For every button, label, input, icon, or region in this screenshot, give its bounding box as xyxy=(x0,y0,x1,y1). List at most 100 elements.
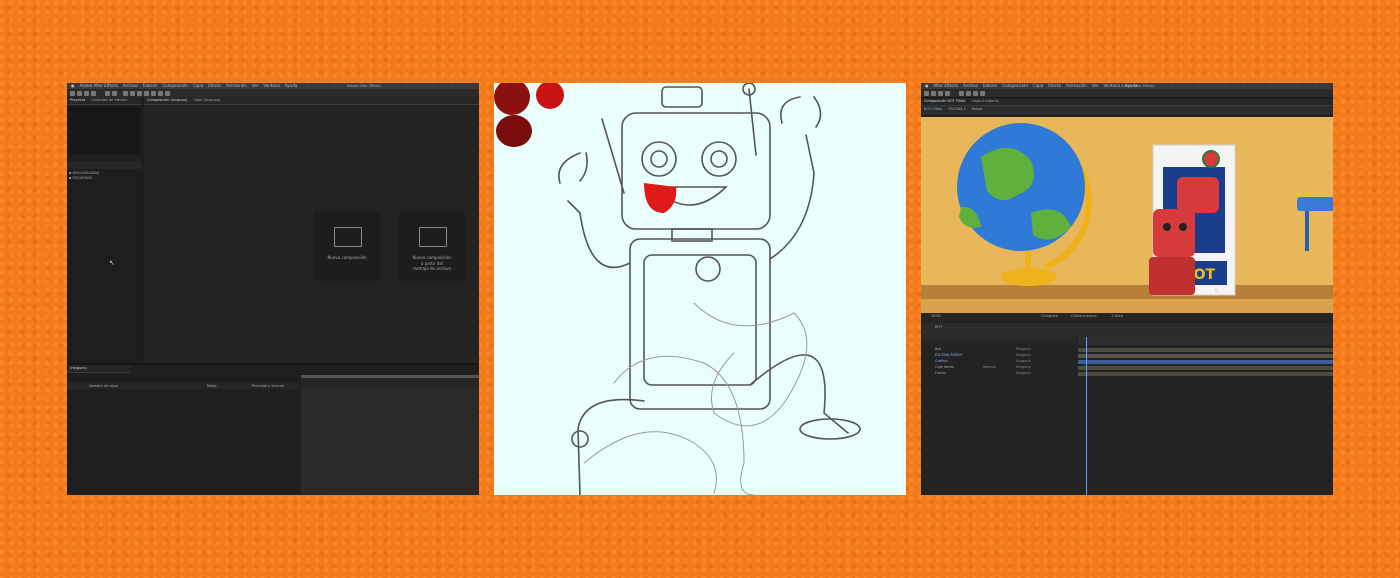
footage-icon xyxy=(419,227,447,247)
shape-tool-icon[interactable] xyxy=(123,90,128,96)
timeline-panel: ROT Bot Ninguno ESCENA ROBOT Ninguno Grá… xyxy=(921,323,1333,495)
composition-icon xyxy=(334,227,362,247)
left-pupil xyxy=(650,150,668,168)
timeline-tabs: (ninguno) xyxy=(67,365,130,373)
layer-row[interactable]: ESCENA ROBOT Ninguno xyxy=(921,353,1076,358)
pan-tool-icon[interactable] xyxy=(112,90,117,96)
breadcrumb-escena[interactable]: ESCENA 1 xyxy=(948,106,965,113)
arm-left xyxy=(567,200,631,269)
project-tabs: Proyecto Controles de efectos xyxy=(67,97,142,105)
camera-tool-icon[interactable] xyxy=(105,90,110,96)
globe-pole xyxy=(1025,251,1031,271)
new-composition-from-footage-button[interactable]: Nueva composición a partir del metraje d… xyxy=(399,211,465,281)
zoom-tool-icon[interactable] xyxy=(91,90,96,96)
breadcrumb-rot-final[interactable]: ROT FINAL xyxy=(924,106,942,113)
hand-tool-icon[interactable] xyxy=(938,90,943,96)
robot-head xyxy=(1177,177,1219,213)
tab-composition[interactable]: Composición (ninguno) xyxy=(147,97,187,104)
pen-tool-icon[interactable] xyxy=(130,90,135,96)
claw-right xyxy=(780,96,822,128)
tab-timeline[interactable]: ROT xyxy=(935,325,942,329)
puppet-tool-icon[interactable] xyxy=(165,90,170,96)
timeline-columns: Nombre de capa Modo Principal y vínculo xyxy=(67,383,299,389)
tab-project[interactable]: Proyecto xyxy=(70,97,85,104)
resolution-selector[interactable]: Completa xyxy=(1041,314,1058,318)
layer-row[interactable]: Caja fondo Normal Ninguno xyxy=(921,365,1076,370)
playhead[interactable] xyxy=(1086,337,1087,495)
arm-right xyxy=(769,134,815,260)
mouse-cursor-icon: ↖ xyxy=(109,259,115,267)
layer-bar[interactable] xyxy=(1078,354,1333,358)
shelf-shadow xyxy=(921,299,1333,313)
project-preview xyxy=(69,107,140,155)
spinner-pole xyxy=(1305,211,1309,251)
zoom-tool-icon[interactable] xyxy=(945,90,950,96)
robot-body xyxy=(629,238,771,410)
ae-start-screen-panel: ● Adobe After Effects Archivo Edición Co… xyxy=(67,83,479,495)
layer-row[interactable]: Gráfico Ninguno xyxy=(921,359,1076,364)
mouse-cursor-icon: ↖ xyxy=(1214,287,1220,295)
home-icon[interactable] xyxy=(70,90,75,96)
antenna-left xyxy=(601,118,625,194)
layer-bar[interactable] xyxy=(1078,360,1333,364)
work-area-bar[interactable] xyxy=(301,375,479,378)
stamp-tool-icon[interactable] xyxy=(151,90,156,96)
swatch-red xyxy=(536,83,564,109)
leg-left xyxy=(577,398,645,495)
viewer-controls: 100% Completa Cámara activa 1 vista xyxy=(921,313,1333,321)
views-selector[interactable]: 1 vista xyxy=(1111,314,1123,318)
composition-canvas[interactable]: ROT xyxy=(921,117,1333,313)
layer-bar[interactable] xyxy=(1078,348,1333,352)
eraser-tool-icon[interactable] xyxy=(158,90,163,96)
camera-selector[interactable]: Cámara activa xyxy=(1071,314,1096,318)
layer-row[interactable]: Fondo Ninguno xyxy=(921,371,1076,376)
robot-eye xyxy=(1163,223,1171,231)
zoom-selector[interactable]: 100% xyxy=(931,314,941,318)
layer-row[interactable]: Bot Ninguno xyxy=(921,347,1076,352)
sketch-lines xyxy=(583,431,717,494)
time-ruler[interactable] xyxy=(1078,335,1333,345)
sketch-lines xyxy=(613,355,755,495)
head-cap xyxy=(661,86,703,108)
cheek-red-fill xyxy=(644,183,677,213)
left-eye xyxy=(641,141,677,177)
shape-tool-icon[interactable] xyxy=(959,90,964,96)
project-columns xyxy=(67,161,142,169)
brush-tool-icon[interactable] xyxy=(144,90,149,96)
project-item[interactable]: ▪ DESCARGADAS xyxy=(69,171,99,175)
brush-tool-icon[interactable] xyxy=(980,90,985,96)
selection-tool-icon[interactable] xyxy=(931,90,936,96)
tab-effect-controls[interactable]: Controles de efectos xyxy=(91,97,127,104)
sketch-lines xyxy=(693,302,808,427)
swatch-maroon xyxy=(496,115,532,147)
hand-tool-icon[interactable] xyxy=(84,90,89,96)
front-robot-head xyxy=(1153,209,1195,257)
shelf xyxy=(921,285,1333,299)
box-logo xyxy=(1202,150,1220,168)
text-tool-icon[interactable] xyxy=(973,90,978,96)
viewer-tabs: Composición (ninguno) Capa (ninguno) xyxy=(144,97,479,105)
robot-head xyxy=(621,112,771,230)
layer-bar[interactable] xyxy=(1078,372,1333,376)
tab-composition[interactable]: Composición ROT FINAL xyxy=(924,98,966,105)
tab-timeline[interactable]: (ninguno) xyxy=(70,365,87,372)
globe-base xyxy=(1001,268,1057,286)
layer-bar[interactable] xyxy=(1078,366,1333,370)
timeline-track-area[interactable] xyxy=(301,389,479,495)
tools-bar xyxy=(921,89,1333,98)
text-tool-icon[interactable] xyxy=(137,90,142,96)
tab-layer[interactable]: Capa (ninguno) xyxy=(972,98,999,105)
pen-tool-icon[interactable] xyxy=(966,90,971,96)
ae-scene-panel: ● After Effects Archivo Edición Composic… xyxy=(921,83,1333,495)
tab-layer[interactable]: Capa (ninguno) xyxy=(193,97,220,104)
home-icon[interactable] xyxy=(924,90,929,96)
scene-illustration: ROT xyxy=(921,123,1333,313)
project-item[interactable]: ▪ ESQUEMAS xyxy=(69,176,92,180)
body-panel xyxy=(643,254,757,386)
selection-tool-icon[interactable] xyxy=(77,90,82,96)
right-eye xyxy=(701,141,737,177)
new-composition-button[interactable]: Nueva composición xyxy=(314,211,380,281)
timeline-panel: (ninguno) Nombre de capa Modo Principal … xyxy=(67,363,479,495)
breadcrumb-robot[interactable]: Robot xyxy=(972,106,982,113)
chest-button xyxy=(695,256,721,282)
